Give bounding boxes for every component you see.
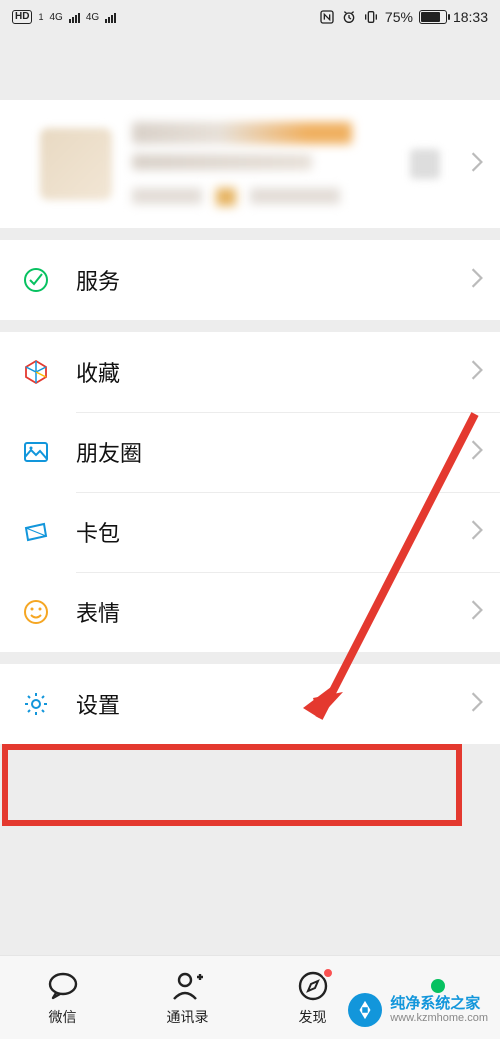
- badge-dot: [322, 967, 334, 979]
- stickers-icon: [22, 598, 50, 626]
- chevron-right-icon: [470, 599, 484, 626]
- signal-bars-2: [105, 11, 116, 23]
- profile-id-blur: [132, 154, 312, 170]
- tab-contacts[interactable]: 通讯录: [125, 956, 250, 1039]
- group-settings: 设置: [0, 664, 500, 744]
- chevron-right-icon: [470, 439, 484, 466]
- battery-icon: [419, 10, 447, 24]
- watermark: 纯净系统之家 www.kzmhome.com: [342, 989, 494, 1031]
- settings-icon: [22, 690, 50, 718]
- row-favorites[interactable]: 收藏: [0, 332, 500, 412]
- watermark-url: www.kzmhome.com: [390, 1012, 488, 1024]
- row-label: 卡包: [76, 516, 470, 548]
- watermark-title: 纯净系统之家: [390, 996, 488, 1013]
- network-label-1: 4G: [49, 12, 62, 23]
- chevron-right-icon: [470, 267, 484, 294]
- row-label: 收藏: [76, 356, 470, 388]
- status-bar: HD 1 4G 4G 75% 18:33: [0, 0, 500, 30]
- row-stickers[interactable]: 表情: [0, 572, 500, 652]
- tab-label: 微信: [49, 1007, 77, 1027]
- cards-icon: [22, 518, 50, 546]
- tab-wechat[interactable]: 微信: [0, 956, 125, 1039]
- group-personal: 收藏 朋友圈 卡包 表情: [0, 332, 500, 652]
- status-right: 75% 18:33: [319, 9, 488, 25]
- network-label-2: 4G: [86, 12, 99, 23]
- qr-icon[interactable]: [410, 149, 440, 179]
- chevron-right-icon: [470, 359, 484, 386]
- group-services: 服务: [0, 240, 500, 320]
- discover-icon: [296, 969, 330, 1003]
- signal-bars-1: [69, 11, 80, 23]
- alarm-icon: [341, 9, 357, 25]
- empty-area: [0, 830, 500, 955]
- clock: 18:33: [453, 9, 488, 25]
- annotation-highlight: [2, 744, 462, 826]
- services-icon: [22, 266, 50, 294]
- row-label: 服务: [76, 264, 470, 296]
- row-settings[interactable]: 设置: [0, 664, 500, 744]
- contacts-icon: [171, 969, 205, 1003]
- vibrate-icon: [363, 9, 379, 25]
- favorites-icon: [22, 358, 50, 386]
- hd-badge: HD: [12, 10, 32, 24]
- moments-icon: [22, 438, 50, 466]
- status-left: HD 1 4G 4G: [12, 10, 116, 24]
- chevron-right-icon: [470, 691, 484, 718]
- row-services[interactable]: 服务: [0, 240, 500, 320]
- row-label: 设置: [76, 688, 470, 720]
- battery-percent: 75%: [385, 9, 413, 25]
- avatar: [40, 128, 112, 200]
- profile-status-blur: [132, 188, 390, 206]
- profile-card[interactable]: [0, 100, 500, 228]
- row-label: 朋友圈: [76, 436, 470, 468]
- chevron-right-icon: [470, 151, 484, 178]
- profile-text: [132, 122, 390, 206]
- nfc-icon: [319, 9, 335, 25]
- row-cards[interactable]: 卡包: [0, 492, 500, 572]
- chevron-right-icon: [470, 519, 484, 546]
- tab-label: 通讯录: [167, 1007, 209, 1027]
- sim1-num: 1: [38, 13, 43, 22]
- row-moments[interactable]: 朋友圈: [0, 412, 500, 492]
- watermark-icon: [348, 993, 382, 1027]
- profile-name-blur: [132, 122, 352, 144]
- chat-icon: [46, 969, 80, 1003]
- sim1-indicator: 1: [38, 13, 43, 22]
- tab-label: 发现: [299, 1007, 327, 1027]
- row-label: 表情: [76, 596, 470, 628]
